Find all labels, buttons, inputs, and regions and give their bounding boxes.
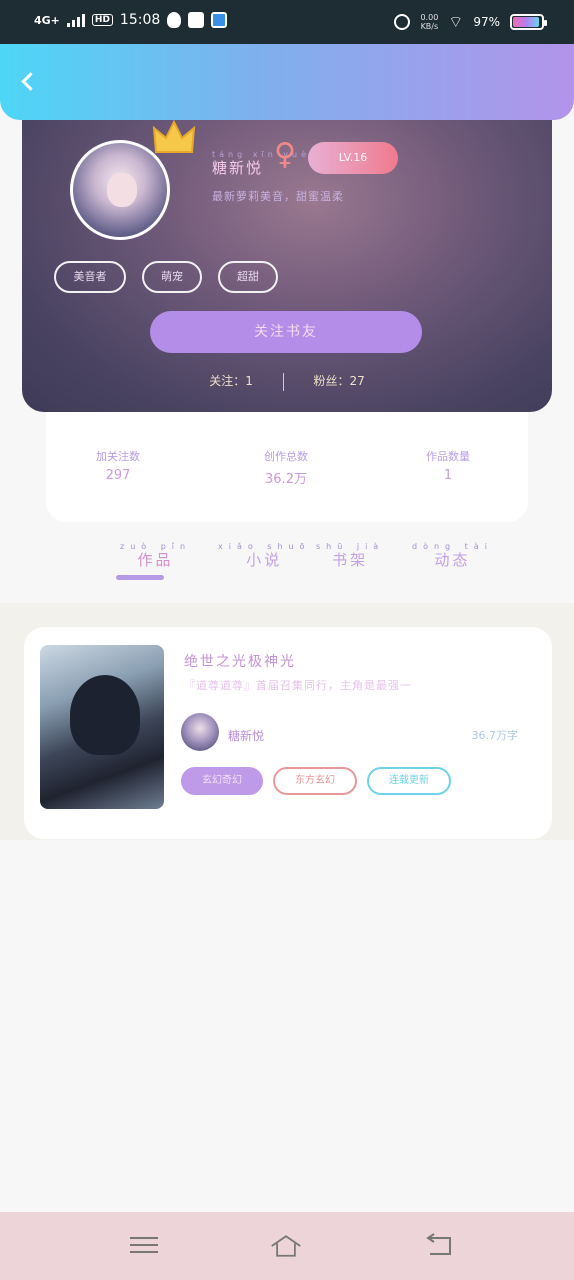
wifi-icon: ⌔ bbox=[448, 12, 464, 31]
profile-tag[interactable]: 超甜 bbox=[218, 261, 278, 293]
speed-value: 0.00 bbox=[420, 13, 439, 22]
stat-label: 作品数量 bbox=[426, 450, 470, 463]
clock-time: 15:08 bbox=[119, 12, 161, 28]
novel-tag[interactable]: 东方玄幻 bbox=[273, 767, 357, 795]
network-label: 4G+ bbox=[34, 13, 60, 27]
back-icon[interactable] bbox=[424, 1232, 456, 1260]
follow-button[interactable]: 关注书友 bbox=[150, 311, 422, 353]
stat-follows: 加关注数 297 bbox=[68, 448, 168, 483]
signal-icon bbox=[66, 13, 85, 27]
word-count: 36.7万字 bbox=[471, 729, 519, 742]
following-value: 1 bbox=[245, 374, 253, 388]
novel-title[interactable]: 绝世之光极神光 bbox=[184, 651, 296, 671]
fans-value: 27 bbox=[349, 374, 365, 388]
tab-moments[interactable]: dòng tài 动态 bbox=[412, 542, 493, 570]
home-icon[interactable] bbox=[270, 1232, 302, 1260]
active-tab-indicator bbox=[116, 575, 164, 580]
battery-icon bbox=[510, 14, 547, 30]
novel-tag[interactable]: 玄幻奇幻 bbox=[181, 767, 263, 795]
novel-card[interactable]: 绝世之光极神光 『道尊道尊』首届召集同行，主角是最强一 糖新悦 36.7万字 玄… bbox=[24, 627, 552, 839]
novel-tag[interactable]: 连载更新 bbox=[367, 767, 451, 795]
author-avatar[interactable] bbox=[181, 713, 219, 751]
novel-tags: 玄幻奇幻 东方玄幻 连载更新 bbox=[181, 767, 451, 795]
stat-label: 加关注数 bbox=[96, 450, 140, 463]
system-nav-bar bbox=[0, 1212, 574, 1280]
stat-works: 作品数量 1 bbox=[398, 448, 498, 483]
female-gender-icon: ♀ bbox=[274, 137, 296, 172]
fans-label: 粉丝： bbox=[313, 374, 350, 388]
stat-creations: 创作总数 36.2万 bbox=[236, 448, 336, 487]
profile-tags: 美音者 萌宠 超甜 bbox=[54, 261, 278, 293]
novel-cover-image[interactable] bbox=[40, 645, 164, 809]
hd-badge: HD bbox=[91, 14, 113, 26]
username-text: 糖新悦 bbox=[212, 159, 264, 177]
stat-value: 36.2万 bbox=[265, 472, 307, 487]
works-list: 绝世之光极神光 『道尊道尊』首届召集同行，主角是最强一 糖新悦 36.7万字 玄… bbox=[0, 603, 574, 840]
tab-label: 小说 bbox=[246, 551, 283, 569]
speed-unit: KB/s bbox=[420, 22, 439, 31]
stats-card: 加关注数 297 创作总数 36.2万 作品数量 1 bbox=[46, 412, 528, 522]
network-speed: 0.00 KB/s bbox=[420, 13, 438, 31]
following-label: 关注： bbox=[209, 374, 246, 388]
qq-icon bbox=[167, 12, 182, 28]
level-badge: LV.16 bbox=[308, 142, 398, 174]
follow-counts: 关注：1 粉丝：27 bbox=[22, 372, 552, 391]
alarm-icon bbox=[394, 14, 411, 30]
menu-icon[interactable] bbox=[130, 1232, 162, 1260]
battery-percent: 97% bbox=[473, 15, 500, 29]
profile-tag[interactable]: 萌宠 bbox=[142, 261, 202, 293]
tab-label: 作品 bbox=[137, 551, 174, 569]
status-right: 0.00 KB/s ⌔ 97% bbox=[394, 12, 547, 32]
profile-tag[interactable]: 美音者 bbox=[54, 261, 126, 293]
status-bar: 4G+ HD 15:08 0.00 KB/s ⌔ 97% bbox=[0, 0, 574, 44]
user-bio: 最新萝莉美音，甜蜜温柔 bbox=[212, 190, 344, 203]
tab-label: 动态 bbox=[434, 551, 471, 569]
author-name: 糖新悦 bbox=[228, 729, 265, 743]
back-chevron-icon[interactable] bbox=[18, 72, 38, 92]
crown-icon bbox=[152, 119, 196, 153]
divider bbox=[282, 372, 284, 391]
stat-value: 1 bbox=[443, 468, 453, 483]
tab-novels[interactable]: xiǎo shuō 小说 bbox=[218, 542, 311, 570]
profile-card: táng xīn yuè 糖新悦 ♀ LV.16 最新萝莉美音，甜蜜温柔 美音者… bbox=[22, 110, 552, 412]
stat-value: 297 bbox=[105, 468, 131, 483]
novel-description: 『道尊道尊』首届召集同行，主角是最强一 bbox=[184, 679, 412, 692]
tab-works[interactable]: zuò pǐn 作品 bbox=[120, 542, 191, 570]
top-header bbox=[0, 44, 574, 120]
tab-bookshelf[interactable]: shū jià 书架 bbox=[316, 542, 384, 570]
tab-bar: zuò pǐn 作品 xiǎo shuō 小说 shū jià 书架 dòng … bbox=[0, 540, 574, 584]
tab-label: 书架 bbox=[332, 551, 369, 569]
mail-icon bbox=[188, 12, 205, 28]
stat-label: 创作总数 bbox=[264, 450, 308, 463]
app-notification-icon bbox=[211, 12, 228, 28]
status-left: 4G+ HD 15:08 bbox=[34, 12, 228, 28]
